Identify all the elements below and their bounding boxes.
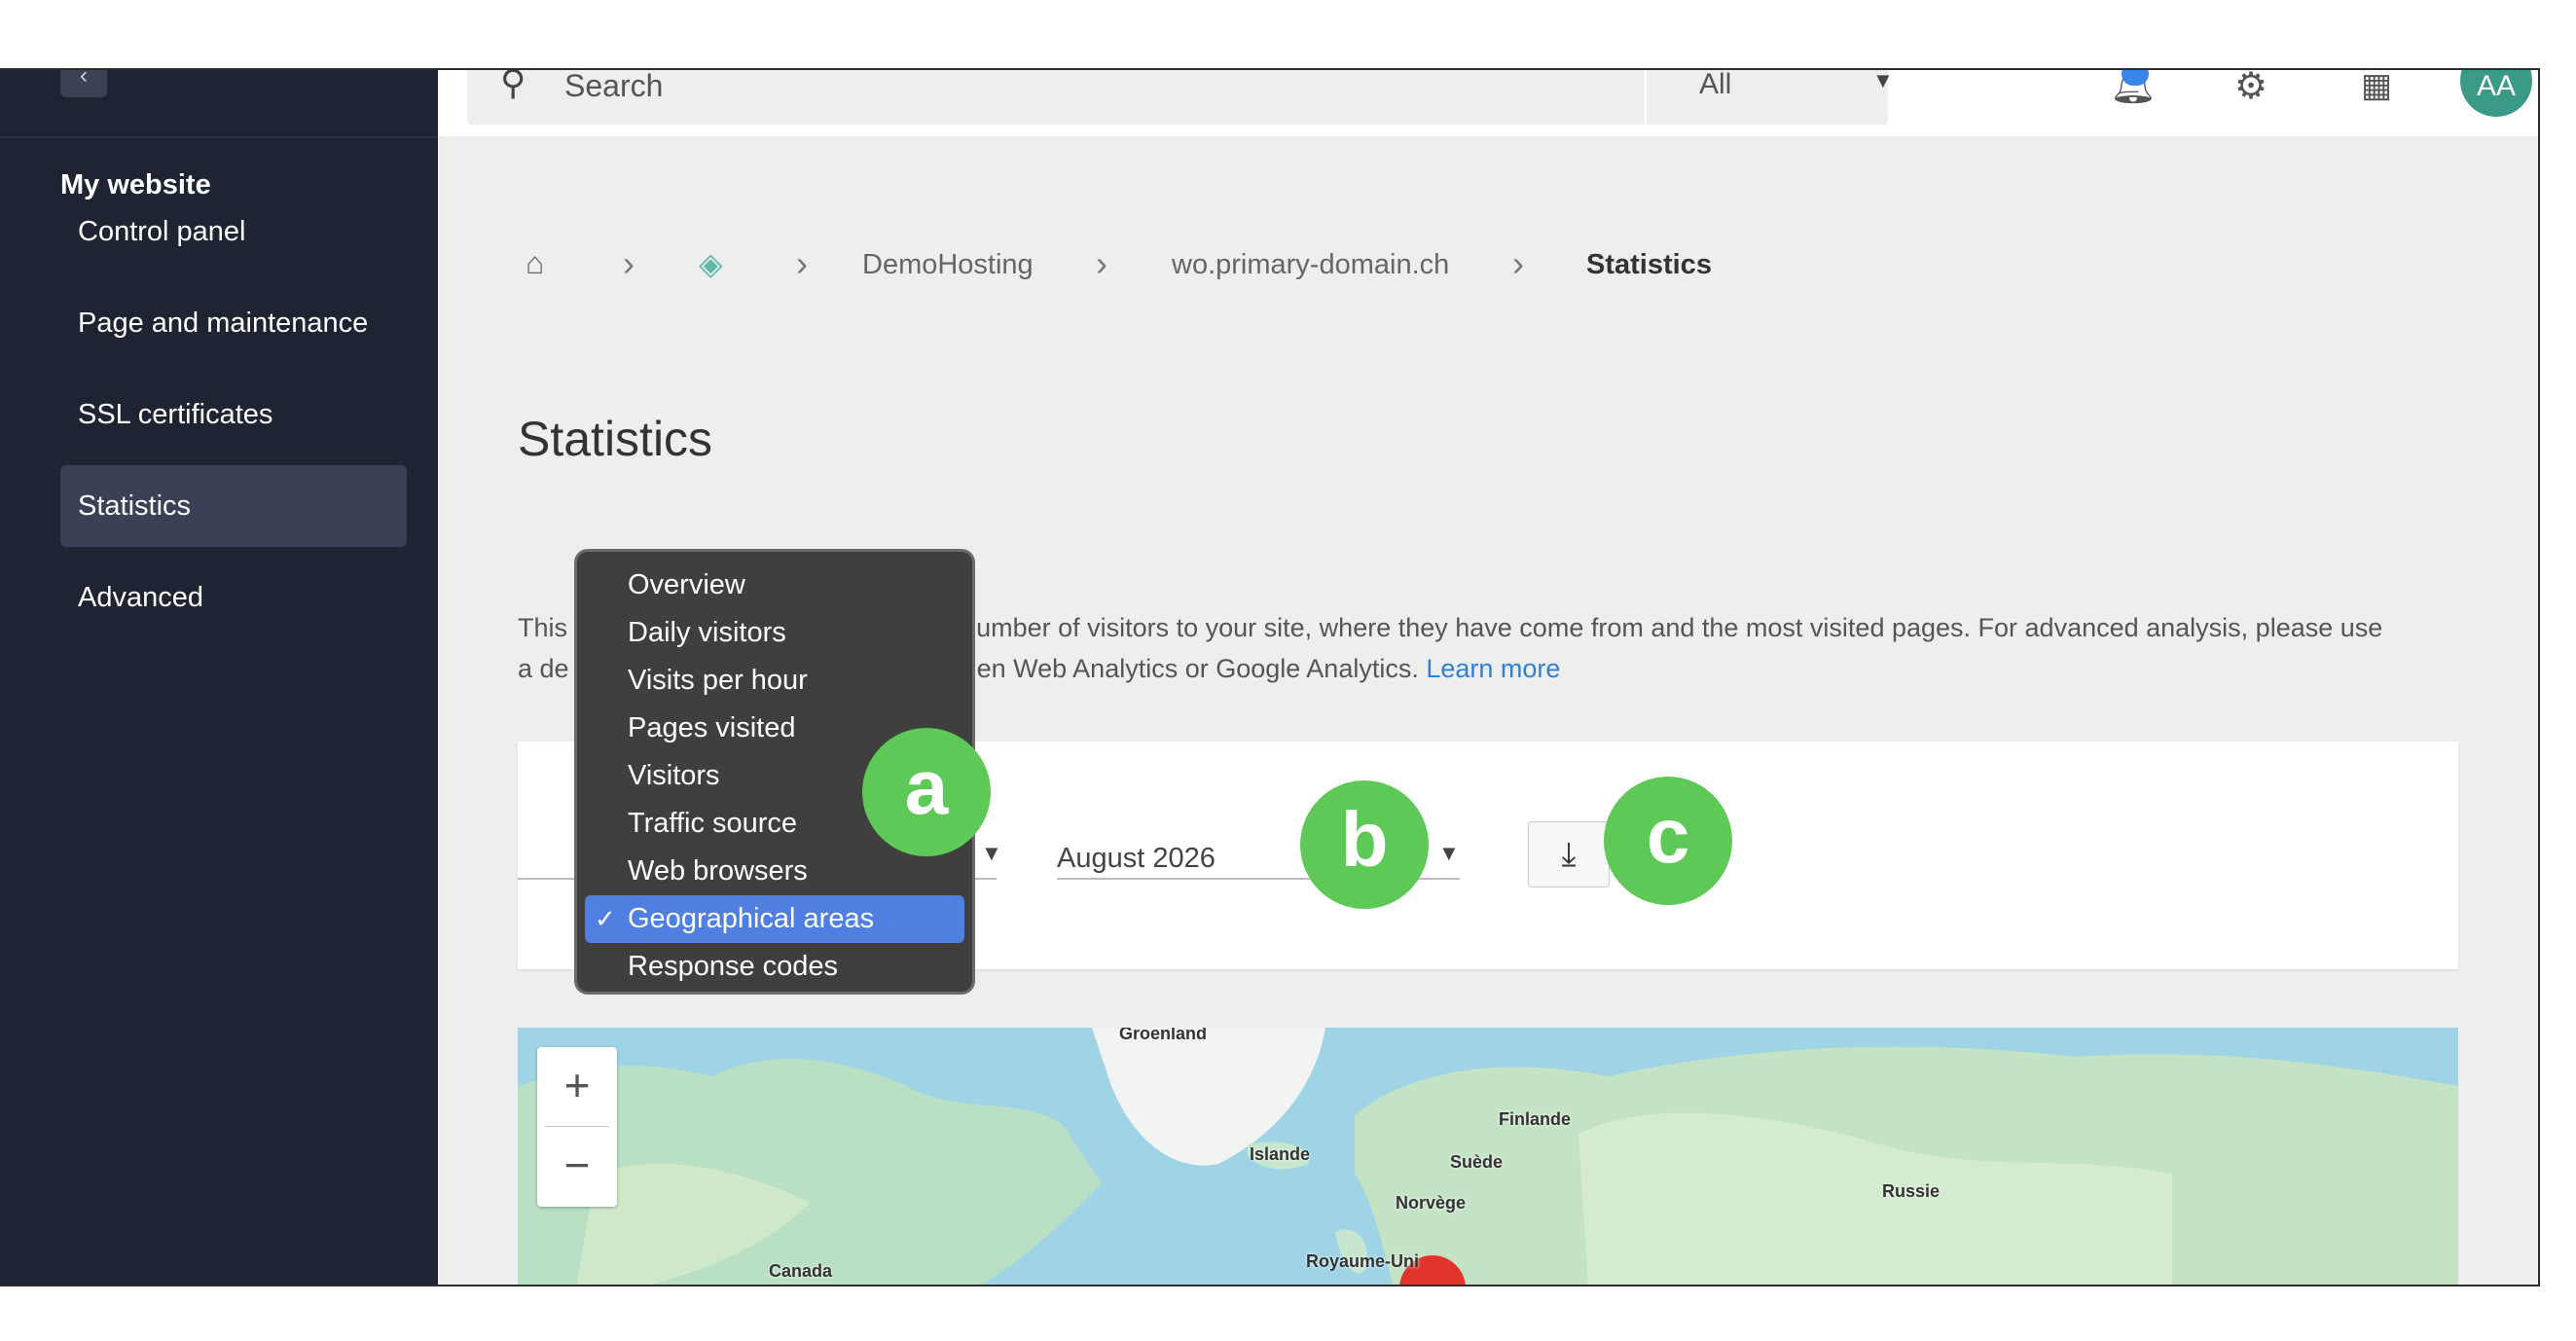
dropdown-option-response-codes[interactable]: Response codes [585, 943, 964, 991]
collapse-sidebar-button[interactable]: ‹ [60, 70, 107, 97]
dropdown-option-label: Geographical areas [628, 903, 875, 934]
dropdown-option-daily-visitors[interactable]: Daily visitors [585, 609, 964, 657]
search-icon: ⚲ [500, 68, 526, 102]
map-label-finlande: Finlande [1499, 1109, 1572, 1129]
sidebar-item-statistics[interactable]: Statistics [60, 465, 407, 547]
callout-b: b [1300, 780, 1429, 909]
dropdown-option-geographical-areas[interactable]: ✓ Geographical areas [585, 895, 964, 943]
sidebar: ‹ My website Control panel Page and main… [0, 70, 438, 1285]
description-text: a de [518, 654, 569, 683]
breadcrumb-separator: › [1096, 243, 1107, 283]
description-text: en Web Analytics or Google Analytics. [976, 654, 1419, 683]
map-label-islande: Islande [1250, 1144, 1311, 1164]
apps-grid-icon[interactable]: ▦ [2361, 70, 2392, 105]
search-bar[interactable]: ⚲ Search All ▼ [467, 68, 1894, 125]
checkmark-icon: ✓ [595, 904, 616, 933]
callout-a: a [862, 728, 991, 856]
search-scope-select[interactable]: All [1699, 70, 1731, 101]
sidebar-item-page-and-maintenance[interactable]: Page and maintenance [60, 282, 407, 364]
sidebar-item-control-panel[interactable]: Control panel [60, 191, 407, 272]
app-window: ‹ My website Control panel Page and main… [0, 68, 2540, 1287]
sidebar-item-ssl-certificates[interactable]: SSL certificates [60, 374, 407, 455]
map-label-royaume-uni: Royaume-Uni [1306, 1251, 1420, 1271]
description-text: number of visitors to your site, where t… [961, 613, 2383, 642]
sidebar-item-advanced[interactable]: Advanced [60, 557, 407, 638]
description-text: This [518, 613, 568, 642]
search-input[interactable]: Search [564, 70, 663, 104]
geo-map[interactable]: Groenland Finlande Islande Suède Norvège… [518, 1028, 2458, 1285]
breadcrumb-separator: › [1512, 243, 1524, 283]
zoom-separator [545, 1126, 609, 1127]
zoom-in-button[interactable]: + [537, 1047, 617, 1127]
sidebar-divider [0, 136, 438, 138]
map-label-russie: Russie [1882, 1181, 1941, 1201]
breadcrumb-item-domain[interactable]: wo.primary-domain.ch [1172, 249, 1449, 281]
dropdown-option-overview[interactable]: Overview [585, 562, 964, 609]
month-select[interactable]: August 2026 [1057, 843, 1215, 875]
report-select-caret-icon[interactable]: ▼ [981, 841, 1002, 866]
dropdown-option-web-browsers[interactable]: Web browsers [585, 848, 964, 895]
breadcrumb-current: Statistics [1586, 249, 1712, 280]
download-button[interactable]: ⤓ [1528, 821, 1610, 888]
gear-icon[interactable]: ⚙ [2234, 70, 2268, 108]
map-label-groenland: Groenland [1119, 1028, 1208, 1043]
map-label-canada: Canada [769, 1261, 833, 1281]
dropdown-option-visits-per-hour[interactable]: Visits per hour [585, 657, 964, 705]
page-title: Statistics [518, 412, 713, 466]
breadcrumb-separator: › [796, 243, 808, 283]
map-zoom-control: + − [537, 1047, 617, 1207]
home-icon[interactable]: ⌂ [526, 245, 544, 281]
topbar: ⚲ Search All ▼ 🔔︎ ⚙ ▦ AA [438, 70, 2538, 136]
breadcrumb-item-demohosting[interactable]: DemoHosting [862, 249, 1034, 281]
avatar[interactable]: AA [2460, 70, 2532, 117]
map-label-suede: Suède [1450, 1152, 1504, 1172]
search-separator [1645, 70, 1647, 125]
callout-c: c [1604, 777, 1732, 905]
layers-icon[interactable]: ◈ [699, 245, 723, 282]
zoom-out-button[interactable]: − [537, 1127, 617, 1207]
learn-more-link[interactable]: Learn more [1426, 654, 1560, 683]
chevron-down-icon[interactable]: ▼ [1438, 841, 1460, 866]
map-label-norvege: Norvège [1396, 1193, 1467, 1213]
chevron-down-icon: ▼ [1872, 68, 1894, 92]
breadcrumb-separator: › [623, 243, 635, 283]
